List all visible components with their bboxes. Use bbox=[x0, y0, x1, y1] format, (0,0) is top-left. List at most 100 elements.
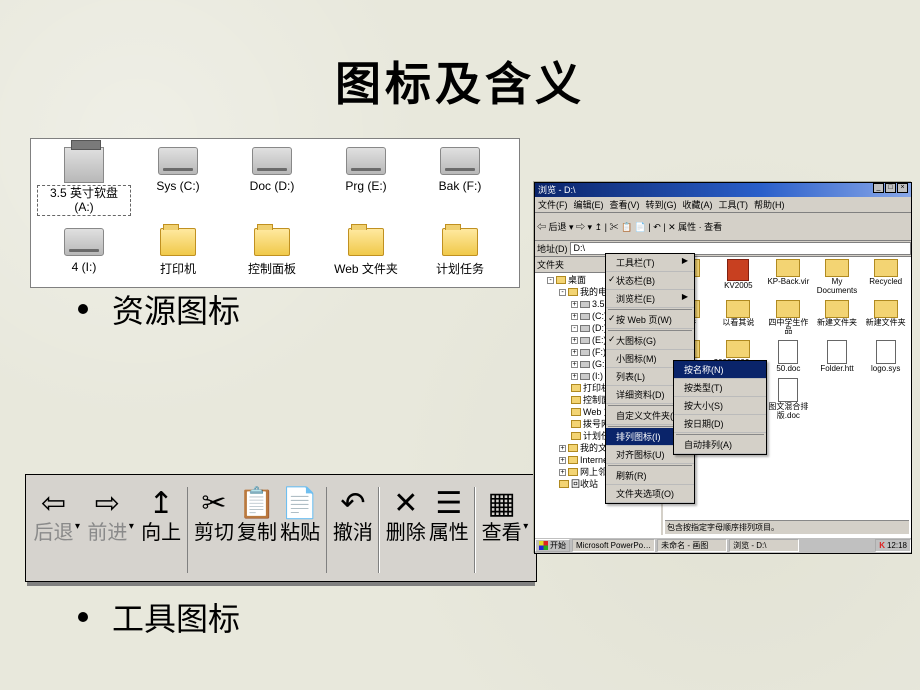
folder-icon bbox=[825, 259, 849, 277]
taskbar-task[interactable]: 浏览 - D:\ bbox=[729, 539, 799, 552]
sort-menu[interactable]: 按名称(N)按类型(T)按大小(S)按日期(D) 自动排列(A) bbox=[673, 360, 767, 455]
dropdown-arrow-icon[interactable]: ▾ bbox=[129, 481, 140, 579]
drive-item[interactable]: Prg (E:) bbox=[319, 143, 413, 216]
tool-删除[interactable]: ✕删除 bbox=[384, 481, 427, 579]
file-item[interactable]: 新建文件夹 bbox=[862, 300, 909, 337]
tool-glyph-icon: ☰ bbox=[427, 483, 470, 523]
file-item[interactable]: 四中学生作品 bbox=[765, 300, 812, 337]
doc-icon bbox=[778, 378, 798, 402]
menubar-item[interactable]: 查看(V) bbox=[610, 198, 640, 211]
file-item[interactable]: KV2005 bbox=[714, 259, 763, 296]
file-label: 以看其说 bbox=[714, 319, 763, 328]
drive-item[interactable]: Bak (F:) bbox=[413, 143, 507, 216]
dropdown-arrow-icon[interactable]: ▾ bbox=[523, 481, 534, 579]
menu-item[interactable]: 大图标(G) bbox=[606, 332, 694, 350]
maximize-icon[interactable]: □ bbox=[885, 183, 896, 193]
menubar-item[interactable]: 文件(F) bbox=[538, 198, 568, 211]
bullet-tool: 工具图标 bbox=[78, 594, 240, 640]
drive-icon bbox=[580, 313, 590, 320]
drive-icon bbox=[580, 361, 590, 368]
tool-label: 剪切 bbox=[192, 523, 235, 543]
explorer-toolbar[interactable]: ⇦ 后退 ▾ ⇨ ▾ ↥ | ✂ 📋 📄 | ↶ | ✕ 属性 · 查看 工具栏… bbox=[535, 213, 911, 241]
drive-label: 打印机 bbox=[131, 260, 225, 277]
start-button[interactable]: 开始 bbox=[535, 539, 570, 552]
file-item[interactable]: Folder.htt bbox=[814, 340, 861, 374]
toolbar-separator bbox=[326, 487, 328, 573]
menubar-item[interactable]: 帮助(H) bbox=[754, 198, 785, 211]
file-label: logo.sys bbox=[862, 365, 909, 374]
tool-前进[interactable]: ⇨前进 bbox=[86, 481, 129, 579]
menubar-item[interactable]: 收藏(A) bbox=[683, 198, 713, 211]
tool-label: 删除 bbox=[384, 523, 427, 543]
drive-label: Prg (E:) bbox=[319, 179, 413, 193]
file-item[interactable]: 50.doc bbox=[765, 340, 812, 374]
drive-item[interactable]: Doc (D:) bbox=[225, 143, 319, 216]
tool-向上[interactable]: ↥向上 bbox=[140, 481, 183, 579]
menu-item[interactable]: 文件夹选项(O) bbox=[606, 485, 694, 503]
system-tray[interactable]: K 12:18 bbox=[875, 539, 911, 552]
menubar-item[interactable]: 工具(T) bbox=[719, 198, 749, 211]
file-label: My Documents bbox=[814, 278, 861, 296]
tool-label: 向上 bbox=[140, 523, 183, 543]
dropdown-arrow-icon[interactable]: ▾ bbox=[75, 481, 86, 579]
file-item[interactable]: KP-Back.vir bbox=[765, 259, 812, 296]
taskbar-task[interactable]: Microsoft PowerPo… bbox=[572, 539, 655, 552]
menu-item[interactable]: 按日期(D) bbox=[674, 415, 766, 433]
tool-label: 撤消 bbox=[331, 523, 374, 543]
tree-label: (I:) bbox=[592, 370, 603, 382]
file-item[interactable]: 以看其说 bbox=[714, 300, 763, 337]
menu-item[interactable]: 按大小(S) bbox=[674, 397, 766, 415]
tool-撤消[interactable]: ↶撤消 bbox=[331, 481, 374, 579]
file-item[interactable]: logo.sys bbox=[862, 340, 909, 374]
file-item[interactable]: 新建文件夹 bbox=[814, 300, 861, 337]
explorer-menubar[interactable]: 文件(F) 编辑(E) 查看(V) 转到(G) 收藏(A) 工具(T) 帮助(H) bbox=[535, 197, 911, 213]
menu-item[interactable]: 按名称(N) bbox=[674, 361, 766, 379]
menu-item[interactable]: 刷新(R) bbox=[606, 467, 694, 485]
menu-item[interactable]: 工具栏(T) bbox=[606, 254, 694, 272]
menu-item[interactable]: 自动排列(A) bbox=[674, 436, 766, 454]
tool-后退[interactable]: ⇦后退 bbox=[32, 481, 75, 579]
tool-查看[interactable]: ▦查看 bbox=[480, 481, 523, 579]
drive-item[interactable]: 控制面板 bbox=[225, 224, 319, 277]
tool-复制[interactable]: 📋复制 bbox=[236, 481, 279, 579]
file-item[interactable]: My Documents bbox=[814, 259, 861, 296]
drive-item[interactable]: 打印机 bbox=[131, 224, 225, 277]
menu-item[interactable]: 浏览栏(E) bbox=[606, 290, 694, 308]
drive-icon bbox=[346, 147, 386, 175]
back-label: 后退 bbox=[549, 222, 567, 232]
menubar-item[interactable]: 编辑(E) bbox=[574, 198, 604, 211]
file-label: 图文混合排版.doc bbox=[765, 403, 812, 421]
folder-icon bbox=[556, 276, 566, 284]
taskbar[interactable]: 开始 Microsoft PowerPo…未命名 - 画图浏览 - D:\ K … bbox=[535, 537, 911, 553]
drive-label: 3.5 英寸软盘 (A:) bbox=[37, 185, 131, 216]
tool-glyph-icon: ⇦ bbox=[32, 483, 75, 523]
drive-icon bbox=[252, 147, 292, 175]
folder-icon bbox=[874, 300, 898, 318]
file-label: 新建文件夹 bbox=[862, 319, 909, 328]
tool-属性[interactable]: ☰属性 bbox=[427, 481, 470, 579]
drive-item[interactable]: 计划任务 bbox=[413, 224, 507, 277]
tool-glyph-icon: ⇨ bbox=[86, 483, 129, 523]
bullet-dot-icon bbox=[78, 612, 88, 622]
taskbar-task[interactable]: 未命名 - 画图 bbox=[657, 539, 727, 552]
drive-item[interactable]: 4 (I:) bbox=[37, 224, 131, 277]
menu-item[interactable]: 状态栏(B) bbox=[606, 272, 694, 290]
explorer-titlebar[interactable]: 浏览 - D:\ _ □ × bbox=[535, 183, 911, 197]
menu-item[interactable]: 按 Web 页(W) bbox=[606, 311, 694, 329]
menu-item[interactable]: 按类型(T) bbox=[674, 379, 766, 397]
minimize-icon[interactable]: _ bbox=[873, 183, 884, 193]
folder-icon bbox=[254, 228, 290, 256]
folder-icon bbox=[348, 228, 384, 256]
tool-粘贴[interactable]: 📄粘贴 bbox=[279, 481, 322, 579]
close-icon[interactable]: × bbox=[897, 183, 908, 193]
menubar-item[interactable]: 转到(G) bbox=[646, 198, 677, 211]
drive-item[interactable]: 3.5 英寸软盘 (A:) bbox=[37, 143, 131, 216]
bullet-dot-icon bbox=[78, 304, 88, 314]
drive-item[interactable]: Web 文件夹 bbox=[319, 224, 413, 277]
folder-icon bbox=[160, 228, 196, 256]
explorer-addressbar[interactable]: 地址(D) D:\ bbox=[535, 241, 911, 257]
file-item[interactable]: 图文混合排版.doc bbox=[765, 378, 812, 421]
drive-item[interactable]: Sys (C:) bbox=[131, 143, 225, 216]
tool-剪切[interactable]: ✂剪切 bbox=[192, 481, 235, 579]
file-item[interactable]: Recycled bbox=[862, 259, 909, 296]
